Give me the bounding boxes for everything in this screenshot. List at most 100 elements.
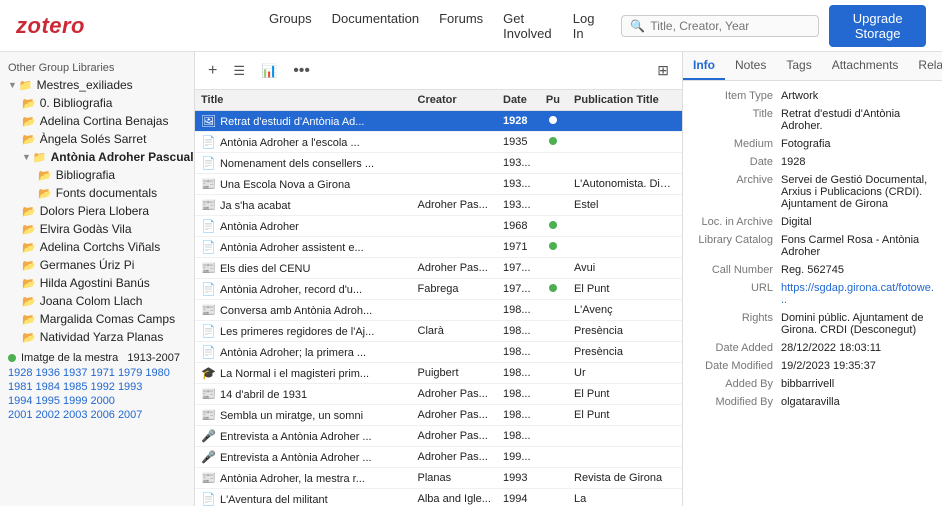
cell-creator: Adroher Pas... [412,258,497,279]
sidebar-label: Joana Colom Llach [40,294,143,308]
col-header-creator[interactable]: Creator [412,90,497,111]
folder-icon: 📂 [22,295,36,308]
sidebar-item-imatge[interactable]: Imatge de la mestra 1913-2007 [0,350,194,366]
cell-date: 1994 [497,489,538,506]
tab-attachments[interactable]: Attachments [822,52,909,80]
info-value: Fotografia [781,138,934,150]
info-value[interactable]: https://sgdap.girona.cat/fotowe... [781,282,934,306]
tab-info[interactable]: Info [683,52,725,80]
table-row[interactable]: 📰Conversa amb Antònia Adroh...198...L'Av… [195,300,682,321]
upgrade-storage-button[interactable]: Upgrade Storage [829,5,926,47]
list-button[interactable]: ☰ [228,60,250,82]
info-label: Loc. in Archive [691,216,781,228]
col-header-date[interactable]: Date [497,90,538,111]
year-2001[interactable]: 2001 [8,409,32,421]
chart-button[interactable]: 📊 [256,60,282,82]
sidebar-item-margalida[interactable]: 📂 Margalida Comas Camps [0,310,194,328]
col-header-title[interactable]: Title [195,90,412,111]
cell-pub-status [538,468,568,489]
cell-publication-title: Ur [568,363,682,384]
sidebar-item-elvira[interactable]: 📂 Elvira Godàs Vila [0,220,194,238]
table-row[interactable]: 📰Sembla un miratge, un somniAdroher Pas.… [195,405,682,426]
table-row[interactable]: 📰Els dies del CENUAdroher Pas...197...Av… [195,258,682,279]
year-2007[interactable]: 2007 [118,409,142,421]
search-input[interactable] [650,19,810,33]
sidebar-item-adelina[interactable]: 📂 Adelina Cortina Benajas [0,112,194,130]
col-header-pubtitle[interactable]: Publication Title [568,90,682,111]
table-row[interactable]: 📄Antònia Adroher1968 [195,216,682,237]
sidebar-item-hilda[interactable]: 📂 Hilda Agostini Banús [0,274,194,292]
info-label: Date Modified [691,360,781,372]
table-row[interactable]: 📄Les primeres regidores de l'Aj...Clarà1… [195,321,682,342]
table-row[interactable]: 🎓La Normal i el magisteri prim...Puigber… [195,363,682,384]
nav-login[interactable]: Log In [573,11,598,41]
sidebar-item-adelina2[interactable]: 📂 Adelina Cortchs Viñals [0,238,194,256]
table-row[interactable]: 📄Antònia Adroher assistent e...1971 [195,237,682,258]
year-1985[interactable]: 1985 [63,381,87,393]
year-row-1: 1928 1936 1937 1971 1979 1980 [0,366,194,380]
sidebar-item-angela[interactable]: 📂 Àngela Solés Sarret [0,130,194,148]
year-1971[interactable]: 1971 [90,367,114,379]
folder-icon: 📂 [22,115,36,128]
table-row[interactable]: 📄Nomenament dels consellers ...193... [195,153,682,174]
year-2003[interactable]: 2003 [63,409,87,421]
year-1999[interactable]: 1999 [63,395,87,407]
nav-documentation[interactable]: Documentation [332,11,419,41]
sidebar-item-bibliografia[interactable]: 📂 0. Bibliografia [0,94,194,112]
info-row: Date Added28/12/2022 18:03:11 [683,339,942,357]
tab-related[interactable]: Related [908,52,942,80]
sidebar-item-dolors[interactable]: 📂 Dolors Piera Llobera [0,202,194,220]
year-1981[interactable]: 1981 [8,381,32,393]
sidebar-item-mestres[interactable]: ▼ 📁 Mestres_exiliades [0,76,194,94]
more-button[interactable]: ••• [288,59,315,83]
year-1984[interactable]: 1984 [35,381,59,393]
info-label: Library Catalog [691,234,781,258]
table-row[interactable]: 🖼Retrat d'estudi d'Antònia Ad...1928 [195,111,682,132]
table-row[interactable]: 🎤Entrevista a Antònia Adroher ...Adroher… [195,426,682,447]
sidebar-label: Natividad Yarza Planas [40,330,164,344]
table-row[interactable]: 🎤Entrevista a Antònia Adroher ...Adroher… [195,447,682,468]
sidebar-item-biblio2[interactable]: 📂 Bibliografia [0,166,194,184]
col-header-pub[interactable]: Pu [538,90,568,111]
year-1992[interactable]: 1992 [90,381,114,393]
tab-notes[interactable]: Notes [725,52,776,80]
year-1980[interactable]: 1980 [145,367,169,379]
tab-tags[interactable]: Tags [776,52,821,80]
year-1995[interactable]: 1995 [35,395,59,407]
grid-view-button[interactable]: ⊞ [652,59,674,82]
table-row[interactable]: 📄Antònia Adroher; la primera ...198...Pr… [195,342,682,363]
table-row[interactable]: 📄Antònia Adroher, record d'u...Fabrega19… [195,279,682,300]
info-label: URL [691,282,781,306]
table-row[interactable]: 📄L'Aventura del militantAlba and Igle...… [195,489,682,506]
year-2000[interactable]: 2000 [90,395,114,407]
sidebar-item-germanes[interactable]: 📂 Germanes Úriz Pi [0,256,194,274]
year-1993[interactable]: 1993 [118,381,142,393]
table-row[interactable]: 📰Antònia Adroher, la mestra r...Planas19… [195,468,682,489]
table-row[interactable]: 📄Antònia Adroher a l'escola ...1935 [195,132,682,153]
table-row[interactable]: 📰14 d'abril de 1931Adroher Pas...198...E… [195,384,682,405]
table-row[interactable]: 📰Una Escola Nova a Girona193...L'Autonom… [195,174,682,195]
info-label: Medium [691,138,781,150]
folder-icon: 📂 [22,241,36,254]
row-type-icon: 📄 [201,282,216,296]
sidebar-label: Hilda Agostini Banús [40,276,150,290]
cell-creator [412,111,497,132]
table-row[interactable]: 📰Ja s'ha acabatAdroher Pas...193...Estel [195,195,682,216]
sidebar-item-joana[interactable]: 📂 Joana Colom Llach [0,292,194,310]
sidebar-item-antonia[interactable]: ▼ 📁 Antònia Adroher Pascual [0,148,194,166]
sidebar-item-fonts[interactable]: 📂 Fonts documentals [0,184,194,202]
year-1928[interactable]: 1928 [8,367,32,379]
nav-groups[interactable]: Groups [269,11,312,41]
nav-forums[interactable]: Forums [439,11,483,41]
year-2006[interactable]: 2006 [90,409,114,421]
year-1936[interactable]: 1936 [35,367,59,379]
year-1937[interactable]: 1937 [63,367,87,379]
year-2002[interactable]: 2002 [35,409,59,421]
add-button[interactable]: + [203,59,222,83]
nav-get-involved[interactable]: Get Involved [503,11,553,41]
info-value: Artwork [781,90,934,102]
items-table: Title Creator Date Pu Publication Title … [195,90,682,506]
year-1994[interactable]: 1994 [8,395,32,407]
year-1979[interactable]: 1979 [118,367,142,379]
sidebar-item-natividad[interactable]: 📂 Natividad Yarza Planas [0,328,194,346]
